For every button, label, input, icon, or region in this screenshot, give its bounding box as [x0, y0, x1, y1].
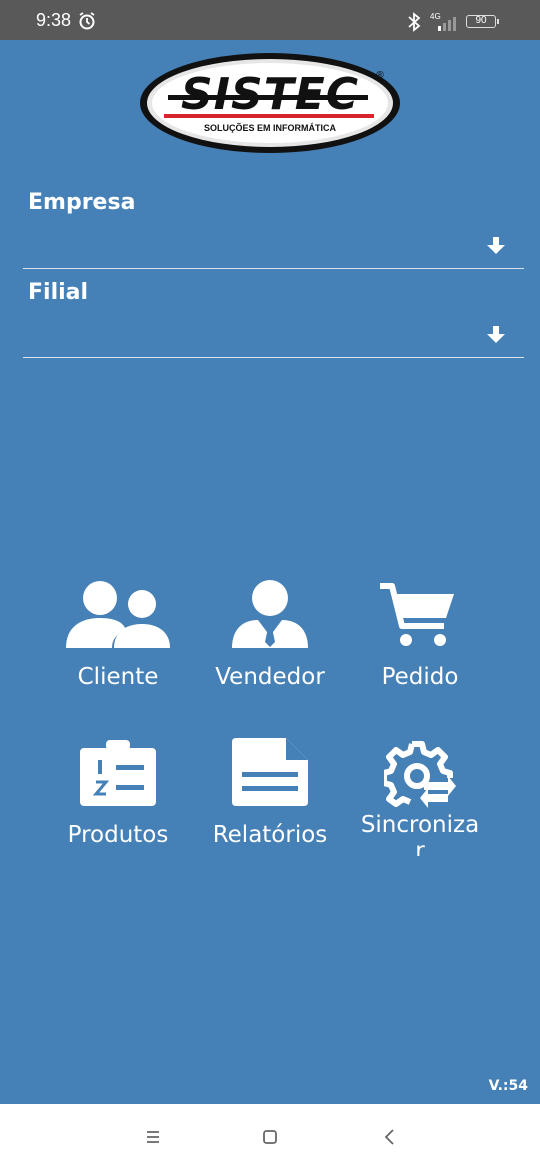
empresa-underline	[23, 268, 524, 269]
version-label: V.:54	[488, 1078, 528, 1094]
logo-brand: SISTEC	[180, 69, 360, 120]
menu-sincronizar-label-line2: r	[415, 838, 425, 856]
status-time: 9:38	[36, 10, 72, 30]
arrow-down-icon[interactable]	[486, 236, 506, 256]
empresa-label: Empresa	[28, 190, 136, 215]
back-icon[interactable]	[375, 1124, 405, 1150]
filial-underline	[23, 357, 524, 358]
bluetooth-icon	[408, 12, 421, 32]
menu-relatorios-button[interactable]: Relatórios	[190, 736, 350, 856]
menu-icon[interactable]	[138, 1124, 168, 1150]
signal-icon	[438, 17, 456, 31]
menu-pedido-label: Pedido	[381, 664, 459, 690]
system-nav-bar	[0, 1104, 540, 1170]
salesman-icon	[232, 580, 308, 648]
filial-label: Filial	[28, 280, 89, 305]
app-logo: SISTEC ® SOLUÇÕES EM INFORMÁTICA	[138, 50, 402, 156]
arrow-down-icon[interactable]	[486, 325, 506, 345]
menu-produtos-button[interactable]: Produtos	[38, 736, 198, 856]
battery-icon: 90	[466, 15, 499, 28]
menu-sincronizar-label-line1: Sincroniza	[360, 812, 480, 838]
logo-registered: ®	[375, 70, 385, 81]
sync-settings-icon	[384, 741, 456, 808]
shopping-cart-icon	[380, 583, 454, 646]
home-icon[interactable]	[255, 1124, 285, 1150]
menu-cliente-button[interactable]: Cliente	[38, 578, 198, 698]
logo-tagline: SOLUÇÕES EM INFORMÁTICA	[204, 123, 336, 133]
menu-sincronizar-label: Sincroniza r	[340, 812, 500, 856]
menu-vendedor-button[interactable]: Vendedor	[190, 578, 350, 698]
menu-vendedor-label: Vendedor	[215, 664, 325, 690]
menu-relatorios-label: Relatórios	[212, 822, 328, 848]
product-list-icon	[80, 740, 156, 806]
menu-pedido-button[interactable]: Pedido	[340, 578, 500, 698]
report-document-icon	[232, 738, 308, 806]
users-icon	[66, 581, 170, 648]
menu-produtos-label: Produtos	[67, 822, 169, 848]
alarm-icon	[79, 12, 95, 30]
status-bar: 9:38 4G 90	[0, 0, 540, 40]
menu-cliente-label: Cliente	[77, 664, 159, 690]
menu-sincronizar-button[interactable]: Sincroniza r	[340, 736, 500, 856]
